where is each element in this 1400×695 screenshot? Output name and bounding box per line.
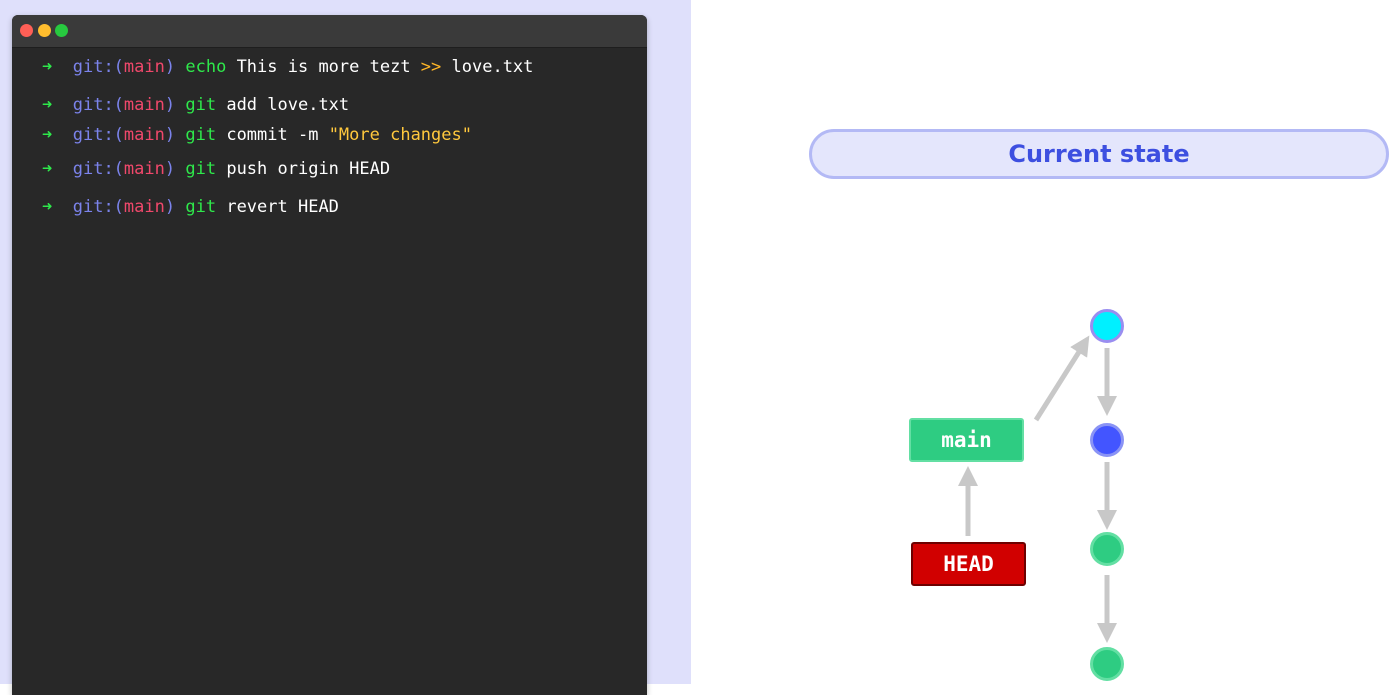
commit-node-oldest: [1090, 647, 1124, 681]
commit-node-third: [1090, 532, 1124, 566]
arrow-main-to-commit: [1033, 335, 1090, 422]
main-branch-label: main: [909, 418, 1024, 462]
commit-node-second: [1090, 423, 1124, 457]
head-pointer-label: HEAD: [911, 542, 1026, 586]
commit-node-newest: [1090, 309, 1124, 343]
commit-graph: [958, 309, 1124, 681]
